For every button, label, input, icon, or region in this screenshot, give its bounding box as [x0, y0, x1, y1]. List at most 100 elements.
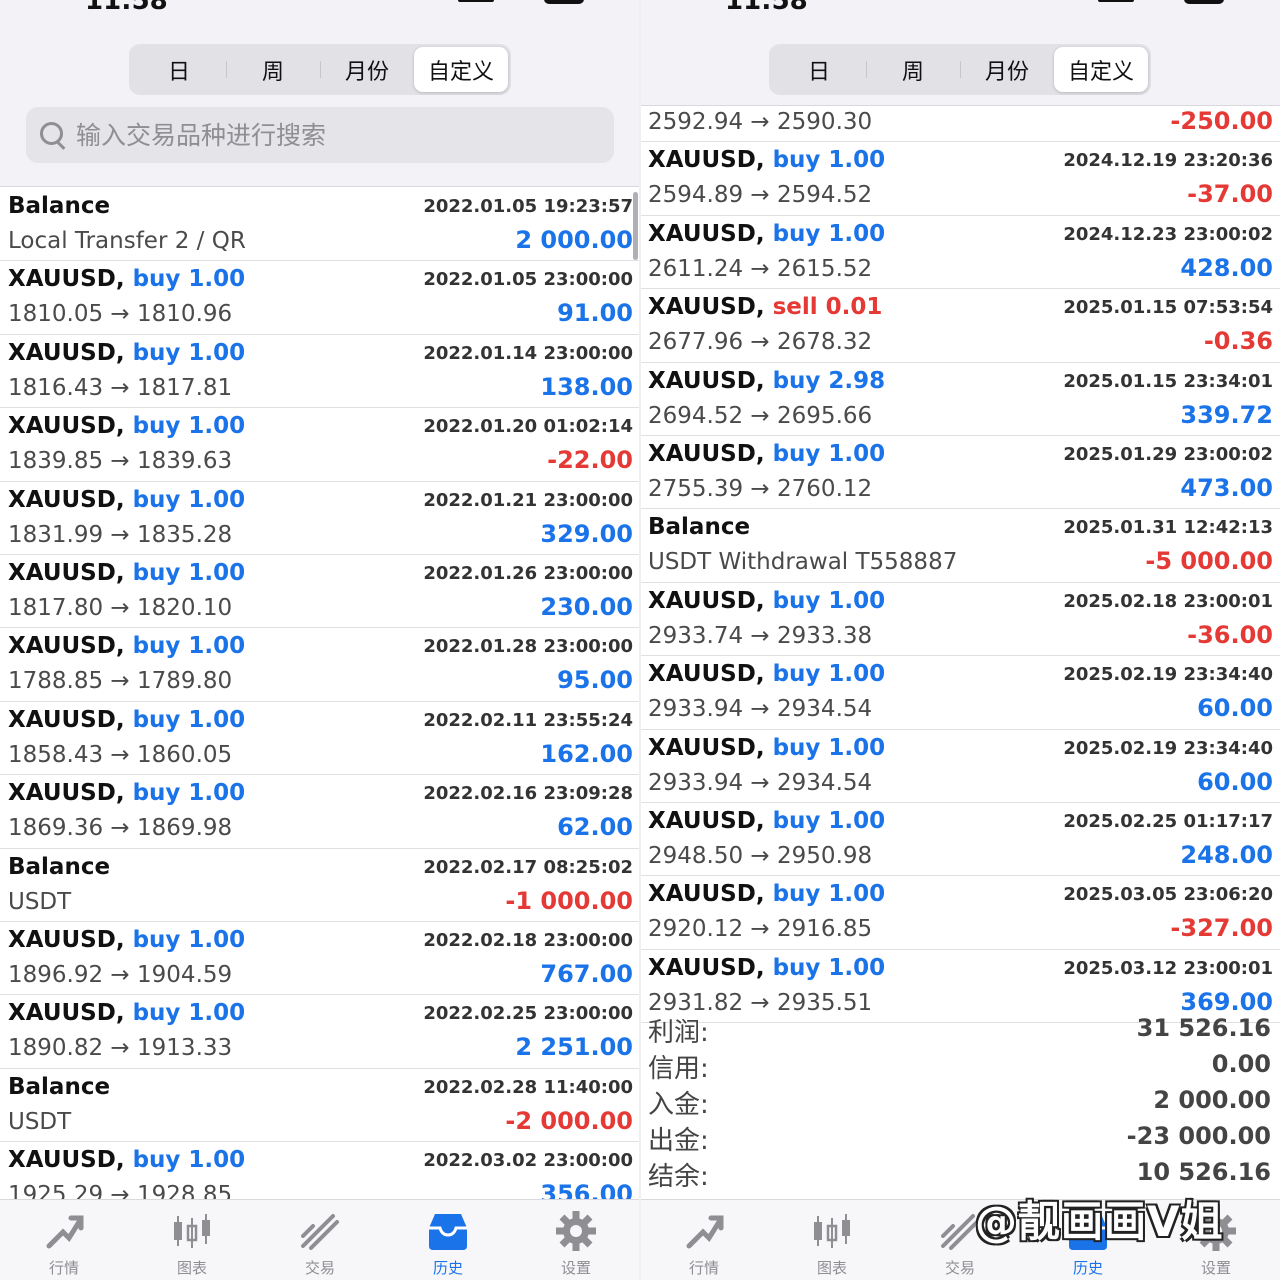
chart-icon: [809, 1208, 855, 1254]
row-date: 2025.01.31 12:42:13: [1063, 517, 1273, 539]
tab-label: 行情: [48, 1259, 79, 1277]
segment-month[interactable]: 月份: [320, 47, 414, 92]
tab-label: 历史: [1072, 1259, 1103, 1277]
row-prices: 1839.85 → 1839.63: [8, 448, 232, 474]
row-date: 2022.01.26 23:00:00: [423, 562, 633, 584]
history-screen-left: 11:58 日 周 月份 自定义 Balance Local Transfer 2…: [0, 0, 640, 1280]
deal-row[interactable]: XAUUSD, buy 1.00 2920.12 → 2916.85 2025.03…: [640, 876, 1280, 950]
deal-row[interactable]: XAUUSD, buy 1.00 1896.92 → 1904.59 2022.02…: [0, 922, 640, 996]
deal-row[interactable]: XAUUSD, buy 1.00 2933.74 → 2933.38 2025.02…: [640, 583, 1280, 657]
row-symbol: XAUUSD, buy 1.00: [648, 588, 885, 614]
deal-row[interactable]: XAUUSD, buy 1.00 2948.50 → 2950.98 2025.02…: [640, 803, 1280, 877]
segment-day[interactable]: 日: [132, 47, 226, 92]
summary-row: 信用: 0.00: [640, 1048, 1280, 1084]
row-date: 2025.03.05 23:06:20: [1063, 884, 1273, 906]
deal-side: buy 1.00: [132, 706, 246, 733]
row-date: 2025.01.15 07:53:54: [1063, 297, 1273, 319]
row-amount: 230.00: [540, 592, 633, 621]
row-amount: 473.00: [1180, 473, 1273, 502]
close-price: 1817.81: [137, 374, 233, 401]
open-price: 2933.74: [648, 622, 744, 649]
row-prices: 2920.12 → 2916.85: [648, 916, 872, 942]
tab-quotes[interactable]: 行情: [640, 1200, 768, 1280]
tab-label: 交易: [944, 1259, 975, 1277]
segment-week[interactable]: 周: [226, 47, 320, 92]
row-date: 2025.01.15 23:34:01: [1063, 370, 1273, 392]
deal-row[interactable]: XAUUSD, buy 1.00 1788.85 → 1789.80 2022.01…: [0, 628, 640, 702]
tab-settings[interactable]: 设置: [512, 1200, 640, 1280]
deal-row[interactable]: XAUUSD, buy 1.00 1839.85 → 1839.63 2022.01…: [0, 408, 640, 482]
tab-chart[interactable]: 图表: [768, 1200, 896, 1280]
summary-row: 利润: 31 526.16: [640, 1012, 1280, 1048]
segment-week[interactable]: 周: [866, 47, 960, 92]
deal-row[interactable]: XAUUSD, buy 1.00 1858.43 → 1860.05 2022.02…: [0, 702, 640, 776]
deal-row[interactable]: XAUUSD, buy 1.00 1890.82 → 1913.33 2022.02…: [0, 995, 640, 1069]
deal-row[interactable]: XAUUSD, buy 2.98 2694.52 → 2695.66 2025.01…: [640, 363, 1280, 436]
row-date: 2025.01.29 23:00:02: [1063, 443, 1273, 465]
close-price: 2695.66: [777, 402, 873, 429]
scroll-indicator[interactable]: [633, 192, 638, 260]
tab-trade[interactable]: 交易: [256, 1200, 384, 1280]
deal-row[interactable]: XAUUSD, buy 1.00 2933.94 → 2934.54 2025.02…: [640, 730, 1280, 803]
segment-custom[interactable]: 自定义: [1054, 47, 1148, 92]
balance-row[interactable]: Balance Local Transfer 2 / QR 2022.01.05 1…: [0, 188, 640, 262]
row-date: 2025.02.19 23:34:40: [1063, 737, 1273, 759]
deal-row[interactable]: XAUUSD, buy 1.00 1816.43 → 1817.81 2022.01…: [0, 335, 640, 409]
close-price: 2590.30: [777, 109, 873, 135]
segment-month[interactable]: 月份: [960, 47, 1054, 92]
tab-chart[interactable]: 图表: [128, 1200, 256, 1280]
balance-row[interactable]: Balance USDT 2022.02.28 11:40:00 -2 000.00: [0, 1069, 640, 1143]
row-amount: -1 000.00: [505, 886, 633, 915]
balance-row[interactable]: Balance USDT 2022.02.17 08:25:02 -1 000.00: [0, 849, 640, 922]
open-price: 1869.36: [8, 815, 104, 842]
symbol-name: XAUUSD,: [8, 339, 133, 366]
row-symbol: XAUUSD, buy 1.00: [8, 1147, 245, 1173]
deal-row[interactable]: XAUUSD, buy 1.00 2611.24 → 2615.52 2024.12…: [640, 216, 1280, 290]
deal-row[interactable]: XAUUSD, buy 1.00 1810.05 → 1810.96 2022.01…: [0, 261, 640, 335]
bottom-tab-bar: 行情 图表 交易 历史 设置: [0, 1199, 640, 1280]
open-price: 1839.85: [8, 448, 104, 475]
arrow-icon: →: [743, 255, 778, 282]
history-list: Balance Local Transfer 2 / QR 2022.01.05 1…: [0, 188, 640, 1216]
deal-row[interactable]: XAUUSD, buy 1.00 2755.39 → 2760.12 2025.01…: [640, 436, 1280, 510]
quotes-icon: [41, 1208, 87, 1254]
deal-row[interactable]: XAUUSD, buy 1.00 2594.89 → 2594.52 2024.12…: [640, 142, 1280, 216]
close-price: 1904.59: [137, 961, 233, 988]
watermark: @靓画画V姐: [975, 1197, 1224, 1246]
symbol-name: XAUUSD,: [8, 926, 133, 953]
deal-row[interactable]: XAUUSD, buy 1.00 1831.99 → 1835.28 2022.01…: [0, 482, 640, 555]
row-amount: 339.72: [1180, 400, 1273, 429]
row-prices: 1858.43 → 1860.05: [8, 742, 232, 768]
row-symbol: XAUUSD, buy 2.98: [648, 368, 885, 394]
symbol-name: XAUUSD,: [648, 807, 773, 834]
arrow-icon: →: [743, 475, 778, 502]
deal-row[interactable]: XAUUSD, buy 1.00 1869.36 → 1869.98 2022.02…: [0, 775, 640, 849]
row-date: 2025.02.19 23:34:40: [1063, 664, 1273, 686]
deal-row[interactable]: XAUUSD, buy 1.00 1817.80 → 1820.10 2022.01…: [0, 555, 640, 629]
row-amount: 248.00: [1180, 840, 1273, 869]
search-input[interactable]: [76, 120, 596, 150]
open-price: 1896.92: [8, 961, 104, 988]
deal-row[interactable]: XAUUSD, sell 0.01 2677.96 → 2678.32 2025.0…: [640, 289, 1280, 363]
symbol-name: XAUUSD,: [648, 954, 773, 981]
deal-row[interactable]: XAUUSD, buy 1.00 2933.94 → 2934.54 2025.02…: [640, 656, 1280, 730]
row-prices: 2594.89 → 2594.52: [648, 182, 872, 208]
open-price: 1810.05: [8, 301, 104, 328]
row-prices: 2933.94 → 2934.54: [648, 770, 872, 796]
balance-row[interactable]: Balance USDT Withdrawal T558887 2025.01.31…: [640, 509, 1280, 583]
row-amount: 60.00: [1197, 767, 1273, 796]
open-price: 2948.50: [648, 842, 744, 869]
deal-side: buy 1.00: [132, 413, 246, 440]
tab-history[interactable]: 历史: [384, 1200, 512, 1280]
status-bar: 11:58: [0, 0, 640, 16]
row-symbol: XAUUSD, buy 1.00: [8, 413, 245, 439]
symbol-name: XAUUSD,: [8, 559, 133, 586]
row-amount: -250.00: [1170, 107, 1273, 135]
segment-custom[interactable]: 自定义: [414, 47, 508, 92]
deal-side: buy 1.00: [772, 440, 886, 467]
tab-quotes[interactable]: 行情: [0, 1200, 128, 1280]
row-date: 2022.02.11 23:55:24: [423, 709, 633, 731]
segment-day[interactable]: 日: [772, 47, 866, 92]
tab-label: 设置: [560, 1259, 591, 1277]
open-price: 2677.96: [648, 329, 744, 356]
